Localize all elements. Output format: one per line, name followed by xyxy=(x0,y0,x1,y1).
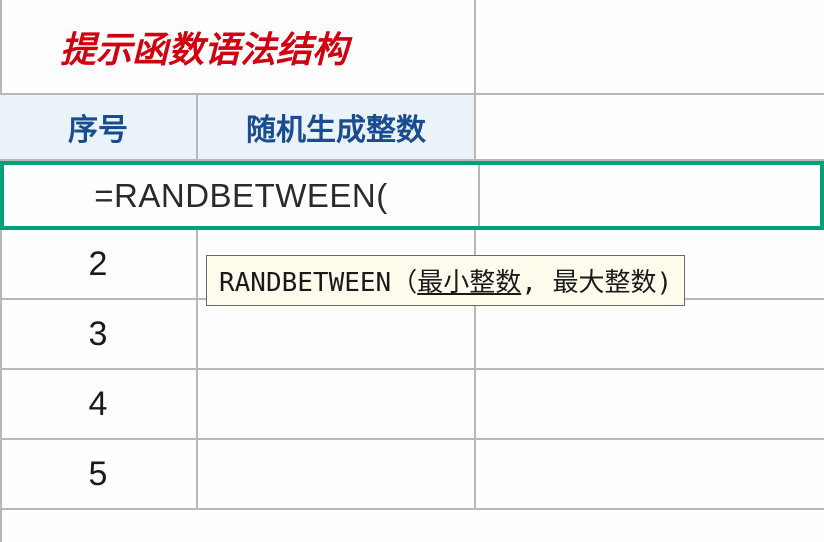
seq-value: 2 xyxy=(89,245,108,284)
formula-text: =RANDBETWEEN( xyxy=(94,177,387,215)
seq-cell[interactable]: 5 xyxy=(0,440,198,508)
table-row: 5 xyxy=(0,440,824,510)
empty-cell[interactable] xyxy=(476,300,824,368)
formula-editing-row: =RANDBETWEEN( xyxy=(0,161,824,230)
data-cell[interactable] xyxy=(198,300,476,368)
empty-cell[interactable] xyxy=(476,0,824,93)
data-cell[interactable] xyxy=(198,440,476,508)
seq-value: 4 xyxy=(89,385,108,424)
tooltip-separator: , xyxy=(521,268,552,298)
table-row: 4 xyxy=(0,370,824,440)
seq-cell[interactable]: 2 xyxy=(0,230,198,298)
data-cell[interactable] xyxy=(198,370,476,438)
empty-cell[interactable] xyxy=(476,370,824,438)
seq-cell[interactable]: 4 xyxy=(0,370,198,438)
header-row: 序号 随机生成整数 xyxy=(0,95,824,161)
title-row: 提示函数语法结构 xyxy=(0,0,824,95)
tooltip-func-name: RANDBETWEEN xyxy=(219,268,391,298)
header-label-random: 随机生成整数 xyxy=(246,105,426,149)
tooltip-open-paren: （ xyxy=(391,268,417,298)
header-random[interactable]: 随机生成整数 xyxy=(198,95,476,159)
tooltip-arg-min[interactable]: 最小整数 xyxy=(417,268,521,298)
header-label-seq: 序号 xyxy=(68,105,128,149)
function-tooltip: RANDBETWEEN（最小整数, 最大整数) xyxy=(206,255,685,306)
empty-cell[interactable] xyxy=(476,95,824,159)
title-cell[interactable]: 提示函数语法结构 xyxy=(0,0,476,93)
tooltip-close-paren: ) xyxy=(657,268,673,298)
table-row: 3 xyxy=(0,300,824,370)
seq-value: 5 xyxy=(89,455,108,494)
page-title: 提示函数语法结构 xyxy=(0,21,348,73)
empty-cell[interactable] xyxy=(480,165,820,226)
tooltip-arg-max[interactable]: 最大整数 xyxy=(553,268,657,298)
empty-cell[interactable] xyxy=(476,440,824,508)
seq-cell[interactable]: 3 xyxy=(0,300,198,368)
formula-input-cell[interactable]: =RANDBETWEEN( xyxy=(4,165,480,226)
seq-value: 3 xyxy=(89,315,108,354)
header-seq[interactable]: 序号 xyxy=(0,95,198,159)
